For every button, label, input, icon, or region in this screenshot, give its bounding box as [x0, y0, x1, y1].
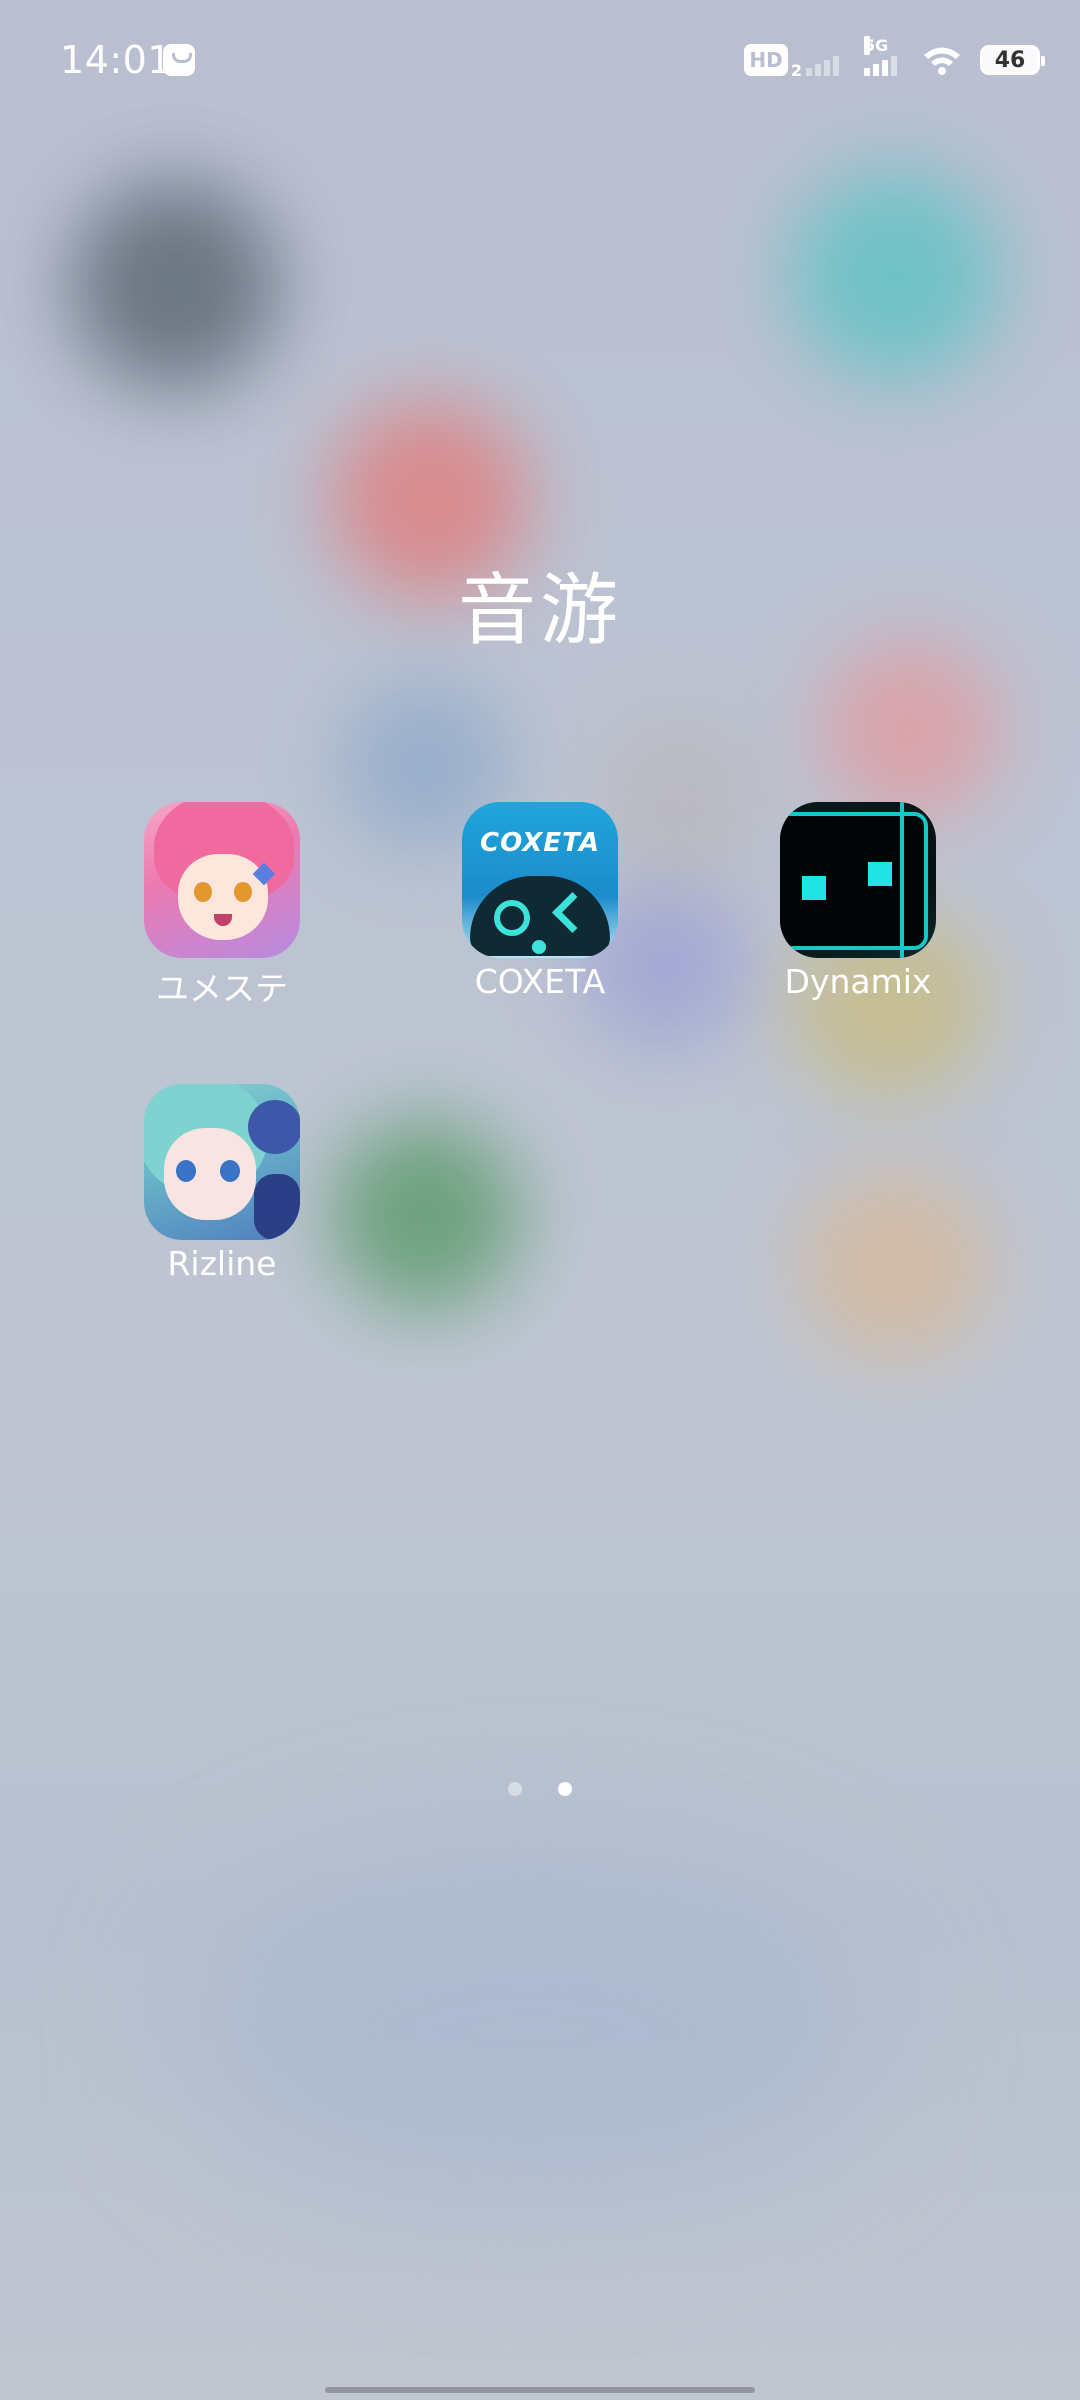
- blurred-dock: [180, 1850, 880, 2210]
- blurred-app-icon: [820, 640, 1000, 820]
- page-indicator[interactable]: [0, 1782, 1080, 1796]
- app-coxeta[interactable]: COXETA COXETA: [420, 802, 660, 1001]
- hd-voice-icon: HD 2: [744, 44, 802, 80]
- blurred-app-icon: [330, 1120, 520, 1310]
- sim1-signal-icon: [806, 44, 846, 76]
- sim2-5g-signal-icon: 5G: [864, 36, 904, 76]
- app-dynamix[interactable]: Dynamix: [738, 802, 978, 1001]
- shopping-bag-notification-icon: [163, 44, 195, 76]
- app-rizline[interactable]: Rizline: [102, 1084, 342, 1283]
- app-label[interactable]: COXETA: [420, 962, 660, 1001]
- battery-icon: 46: [980, 45, 1045, 75]
- home-gesture-bar[interactable]: [325, 2387, 755, 2393]
- battery-level: 46: [994, 47, 1026, 73]
- app-label[interactable]: Rizline: [102, 1244, 342, 1283]
- hd-label: HD: [749, 48, 783, 72]
- status-bar: 14:01 HD 2 5G 46: [0, 0, 1080, 120]
- status-icons: HD 2 5G 46: [744, 36, 1045, 80]
- dynamix-app-icon[interactable]: [780, 802, 936, 958]
- app-label[interactable]: Dynamix: [738, 962, 978, 1001]
- coxeta-logo-text: COXETA: [480, 828, 600, 858]
- status-time: 14:01: [60, 38, 173, 82]
- app-yumesute[interactable]: ユメステ: [102, 802, 342, 1010]
- yumesute-app-icon[interactable]: [144, 802, 300, 958]
- app-label[interactable]: ユメステ: [102, 962, 342, 1010]
- hd-sub-label: 2: [790, 61, 802, 80]
- blurred-app-icon: [800, 1170, 990, 1360]
- coxeta-app-icon[interactable]: COXETA: [462, 802, 618, 958]
- network-type-label: 5G: [864, 36, 889, 55]
- wifi-icon: [924, 47, 960, 75]
- folder-title[interactable]: 音游: [0, 548, 1080, 660]
- rizline-app-icon[interactable]: [144, 1084, 300, 1240]
- page-dot-2-active[interactable]: [558, 1782, 572, 1796]
- page-dot-1[interactable]: [508, 1782, 522, 1796]
- home-screen: 14:01 HD 2 5G 46 音游 ユメステ COXETA COXETA D…: [0, 0, 1080, 2400]
- blurred-app-icon: [70, 180, 280, 390]
- blurred-app-icon: [790, 170, 1000, 380]
